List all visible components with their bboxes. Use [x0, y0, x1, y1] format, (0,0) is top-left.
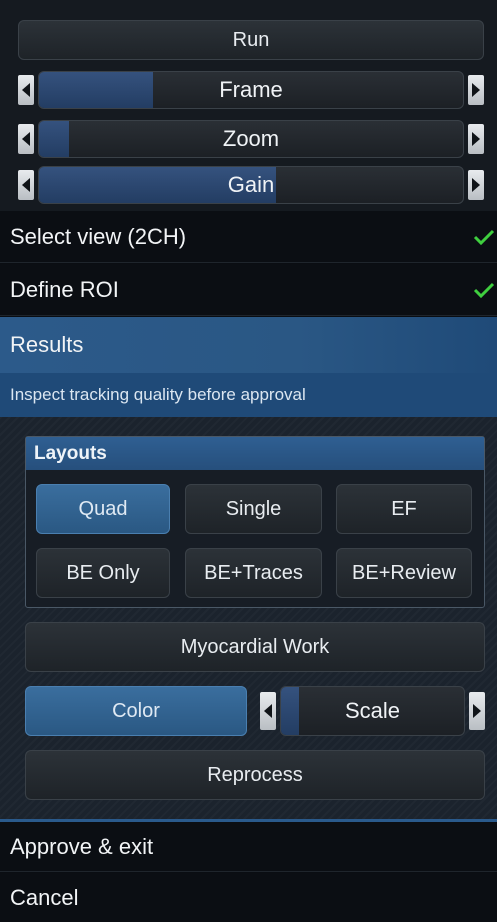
frame-slider[interactable]: Frame — [38, 71, 464, 109]
gain-stepper: Gain — [18, 166, 484, 204]
frame-label: Frame — [219, 77, 283, 102]
color-button[interactable]: Color — [25, 686, 247, 736]
step-define-roi[interactable]: Define ROI — [0, 264, 497, 316]
layout-single-label: Single — [225, 497, 282, 520]
step-results-header[interactable]: Results — [0, 317, 497, 373]
frame-decrease-button[interactable] — [18, 75, 34, 105]
layout-quad-button[interactable]: Quad — [36, 484, 170, 534]
layout-be-review-button[interactable]: BE+Review — [336, 548, 472, 598]
step-select-view-label: Select view (2CH) — [10, 223, 187, 249]
myocardial-work-label: Myocardial Work — [180, 635, 330, 658]
layout-be-only-button[interactable]: BE Only — [36, 548, 170, 598]
reprocess-button[interactable]: Reprocess — [25, 750, 485, 800]
step-select-view[interactable]: Select view (2CH) — [0, 211, 497, 263]
layout-be-only-label: BE Only — [66, 561, 140, 584]
gain-slider[interactable]: Gain — [38, 166, 464, 204]
zoom-decrease-button[interactable] — [18, 124, 34, 154]
arrow-left-icon — [264, 704, 272, 718]
arrow-left-icon — [22, 178, 30, 192]
step-results-label: Results — [10, 332, 84, 357]
gain-increase-button[interactable] — [468, 170, 484, 200]
layout-ef-button[interactable]: EF — [336, 484, 472, 534]
frame-increase-button[interactable] — [468, 75, 484, 105]
step-define-roi-label: Define ROI — [10, 276, 119, 302]
cancel-label: Cancel — [10, 884, 79, 910]
scale-label: Scale — [344, 698, 401, 723]
reprocess-label: Reprocess — [207, 763, 303, 786]
color-label: Color — [112, 699, 160, 722]
myocardial-work-button[interactable]: Myocardial Work — [25, 622, 485, 672]
layout-quad-label: Quad — [78, 497, 128, 520]
run-button[interactable]: Run — [18, 20, 484, 60]
layouts-header: Layouts — [26, 437, 484, 470]
layout-ef-label: EF — [391, 497, 417, 520]
gain-label: Gain — [227, 172, 275, 197]
scale-decrease-button[interactable] — [260, 692, 276, 730]
checkmark-icon — [473, 229, 495, 245]
checkmark-icon — [473, 282, 495, 298]
frame-stepper: Frame — [18, 71, 484, 109]
scale-stepper: Scale — [260, 686, 485, 736]
zoom-stepper: Zoom — [18, 120, 484, 158]
layout-single-button[interactable]: Single — [185, 484, 322, 534]
arrow-right-icon — [472, 178, 480, 192]
zoom-slider[interactable]: Zoom — [38, 120, 464, 158]
scale-increase-button[interactable] — [469, 692, 485, 730]
zoom-increase-button[interactable] — [468, 124, 484, 154]
run-label: Run — [232, 28, 270, 51]
arrow-right-icon — [472, 132, 480, 146]
arrow-left-icon — [22, 83, 30, 97]
gain-decrease-button[interactable] — [18, 170, 34, 200]
results-hint-text: Inspect tracking quality before approval — [10, 385, 306, 404]
scale-slider[interactable]: Scale — [280, 686, 465, 736]
approve-exit-label: Approve & exit — [10, 833, 154, 859]
arrow-right-icon — [473, 704, 481, 718]
results-hint: Inspect tracking quality before approval — [0, 373, 497, 417]
layout-be-traces-button[interactable]: BE+Traces — [185, 548, 322, 598]
arrow-left-icon — [22, 132, 30, 146]
cancel-button[interactable]: Cancel — [0, 873, 497, 922]
layout-be-traces-label: BE+Traces — [204, 561, 303, 584]
arrow-right-icon — [472, 83, 480, 97]
layout-be-review-label: BE+Review — [352, 561, 456, 584]
zoom-label: Zoom — [222, 126, 280, 151]
layouts-title: Layouts — [34, 442, 107, 464]
approve-exit-button[interactable]: Approve & exit — [0, 822, 497, 872]
